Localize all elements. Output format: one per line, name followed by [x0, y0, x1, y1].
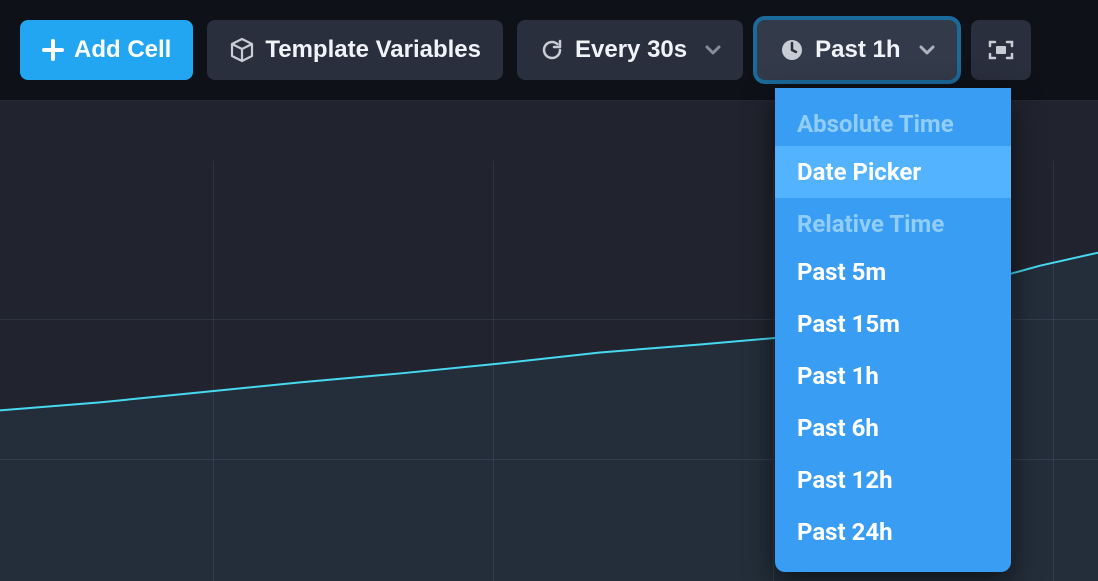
time-range-dropdown: Absolute Time Date Picker Relative Time … [775, 88, 1011, 572]
time-range-label: Past 1h [815, 36, 900, 64]
fullscreen-icon [987, 38, 1015, 62]
template-variables-button[interactable]: Template Variables [207, 20, 503, 80]
cube-icon [229, 37, 255, 63]
toolbar: Add Cell Template Variables Every 30s Pa… [0, 0, 1098, 100]
chevron-down-icon [705, 44, 721, 56]
chevron-down-icon [919, 44, 935, 56]
dropdown-item-past-6h[interactable]: Past 6h [775, 402, 1011, 454]
dropdown-item-past-24h[interactable]: Past 24h [775, 506, 1011, 558]
dropdown-item-date-picker[interactable]: Date Picker [775, 146, 1011, 198]
clock-icon [779, 37, 805, 63]
add-cell-label: Add Cell [74, 36, 171, 64]
dropdown-heading-absolute: Absolute Time [775, 98, 1011, 146]
time-range-button[interactable]: Past 1h [757, 20, 956, 80]
dropdown-item-past-15m[interactable]: Past 15m [775, 298, 1011, 350]
add-cell-button[interactable]: Add Cell [20, 20, 193, 80]
dropdown-item-past-12h[interactable]: Past 12h [775, 454, 1011, 506]
refresh-icon [539, 37, 565, 63]
refresh-interval-button[interactable]: Every 30s [517, 20, 743, 80]
refresh-interval-label: Every 30s [575, 36, 687, 64]
dropdown-heading-relative: Relative Time [775, 198, 1011, 246]
plus-icon [42, 39, 64, 61]
template-variables-label: Template Variables [265, 36, 481, 64]
fullscreen-button[interactable] [971, 20, 1031, 80]
dropdown-item-past-5m[interactable]: Past 5m [775, 246, 1011, 298]
dropdown-item-past-1h[interactable]: Past 1h [775, 350, 1011, 402]
